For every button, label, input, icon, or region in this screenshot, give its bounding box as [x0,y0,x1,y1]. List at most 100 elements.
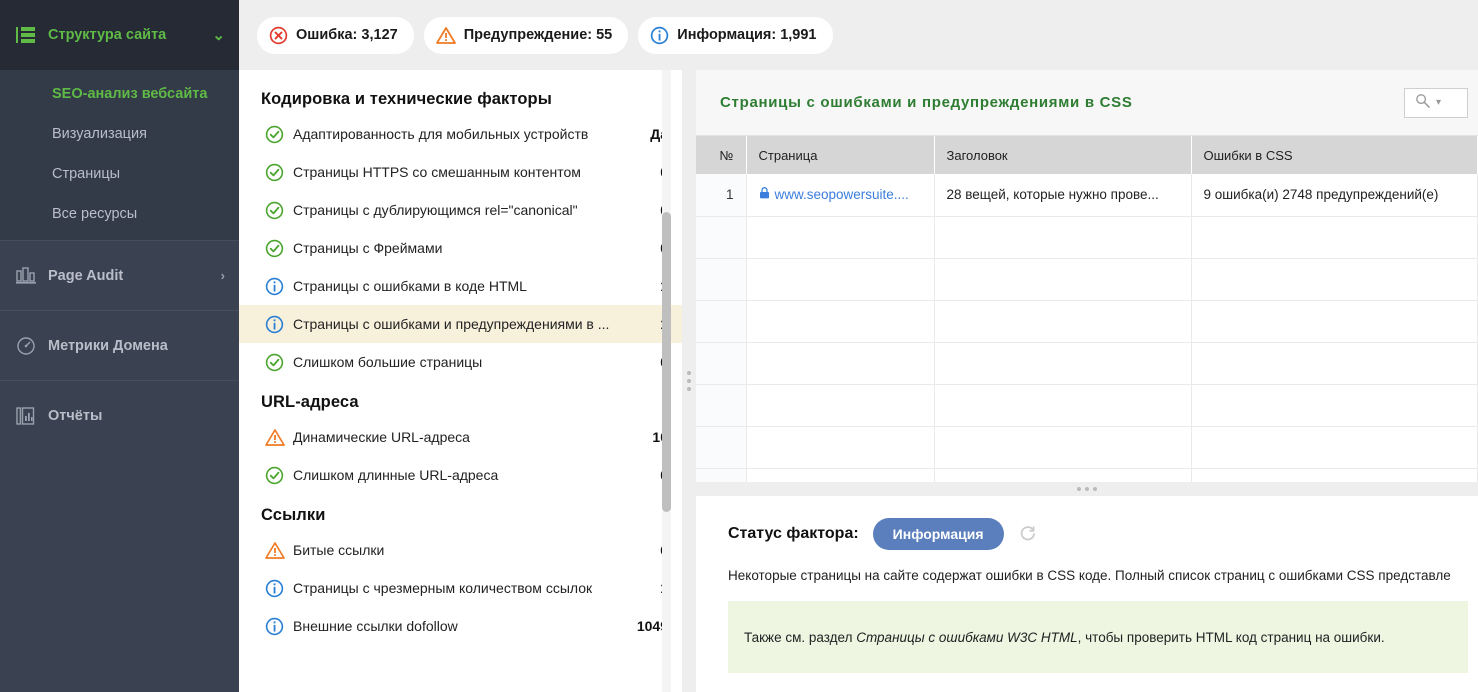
results-table-header-bar: Страницы с ошибками и предупреждениями в… [696,70,1478,136]
status-chip-label: Информация: 1,991 [677,27,817,43]
vertical-splitter[interactable] [682,70,696,692]
main-area: Ошибка: 3,127 Предупреждение: 55 Информа… [239,0,1478,692]
table-row[interactable]: 1 www.seopowersuite.... 28 вещей, которые … [696,174,1478,217]
info-icon [265,277,293,296]
sidebar-item-domain-metrics[interactable]: Метрики Домена [0,310,239,380]
factor-row[interactable]: Внешние ссылки dofollow 1049 [261,607,668,645]
column-header-page[interactable]: Страница [746,136,935,174]
factor-label: Битые ссылки [293,542,385,558]
factor-status-note: Также см. раздел Страницы с ошибками W3C… [728,601,1468,673]
factor-status-panel: Статус фактора: Информация Некоторые стр… [696,496,1478,692]
refresh-icon[interactable] [1018,524,1038,544]
column-header-title[interactable]: Заголовок [934,136,1192,174]
factor-label: Слишком длинные URL-адреса [293,467,499,483]
cell-page [746,384,935,427]
factor-label: Страницы HTTPS со смешанным контентом [293,164,581,180]
cell-num [696,300,747,343]
error-icon [269,26,288,45]
factor-row[interactable]: Страницы с ошибками и предупреждениями в… [239,305,682,343]
sidebar-item-seo-analysis[interactable]: SEO-анализ вебсайта [0,74,239,114]
sidebar-item-site-structure[interactable]: Структура сайта ⌄ [0,0,239,70]
sidebar-item-page-audit[interactable]: Page Audit › [0,240,239,310]
chevron-down-icon[interactable]: ⌄ [212,28,225,43]
warning-icon [435,26,456,45]
cell-title [934,384,1192,427]
factor-row[interactable]: Страницы HTTPS со смешанным контентом0 [261,153,668,191]
cell-title [934,468,1192,482]
ok-icon [265,353,293,372]
chevron-down-icon[interactable]: ▾ [1436,97,1441,108]
sidebar: Структура сайта ⌄ SEO-анализ вебсайта Ви… [0,0,239,692]
factor-label: Страницы с дублирующимся rel="canonical" [293,202,578,218]
search-input[interactable]: ▾ [1404,87,1468,118]
cell-title [934,216,1192,259]
sidebar-item-label: Отчёты [48,407,103,424]
column-header-num[interactable]: № [696,136,747,174]
cell-page[interactable]: www.seopowersuite.... [746,174,935,217]
factors-panel: Кодировка и технические факторы Адаптиров… [239,70,682,692]
factor-label: Страницы с чрезмерным количеством ссылок [293,580,593,596]
factor-row[interactable]: Динамические URL-адреса 10 [261,418,668,456]
cell-num [696,384,747,427]
table-row-empty[interactable] [696,426,1478,469]
page-title: Страницы с ошибками и предупреждениями в… [720,94,1133,111]
factor-row[interactable]: Страницы с чрезмерным количеством ссылок… [261,569,668,607]
factor-row[interactable]: Страницы с ошибками в коде HTML1 [261,267,668,305]
cell-num [696,258,747,301]
sidebar-item-all-resources[interactable]: Все ресурсы [0,194,239,234]
status-chip-info[interactable]: Информация: 1,991 [638,16,833,54]
ok-icon [265,163,293,182]
cell-num [696,426,747,469]
sidebar-subitem-label: SEO-анализ вебсайта [52,86,208,102]
status-chip-label: Ошибка: 3,127 [296,27,398,43]
table-header-row: № Страница Заголовок Ошибки в CSS [696,136,1478,174]
factor-row[interactable]: Страницы с дублирующимся rel="canonical"… [261,191,668,229]
table-row-empty[interactable] [696,258,1478,301]
cell-css-errors [1191,258,1478,301]
factor-label: Слишком большие страницы [293,354,483,370]
factor-label: Страницы с ошибками и предупреждениями в… [293,316,610,332]
factor-row[interactable]: Слишком длинные URL-адреса0 [261,456,668,494]
ok-icon [265,201,293,220]
results-table-card: Страницы с ошибками и предупреждениями в… [696,70,1478,482]
sidebar-item-label: Метрики Домена [48,337,168,354]
sidebar-item-reports[interactable]: Отчёты [0,380,239,450]
factor-label: Страницы с Фреймами [293,240,443,256]
sidebar-subitem-label: Страницы [52,166,121,182]
search-icon [1415,93,1430,113]
cell-css-errors [1191,300,1478,343]
cell-page [746,216,935,259]
factor-row[interactable]: Слишком большие страницы0 [261,343,668,381]
factors-scrollbar-thumb[interactable] [662,212,671,512]
table-row-empty[interactable] [696,216,1478,259]
status-chip-warnings[interactable]: Предупреждение: 55 [423,16,629,54]
info-icon [650,26,669,45]
cell-num: 1 [696,174,747,217]
horizontal-splitter[interactable] [696,482,1478,496]
factor-label: Страницы с ошибками в коде HTML [293,278,527,294]
sidebar-subitems: SEO-анализ вебсайта Визуализация Страниц… [0,70,239,240]
results-table-body: 1 www.seopowersuite.... 28 вещей, которые … [696,174,1478,482]
table-row-empty[interactable] [696,468,1478,482]
note-emphasis: Страницы с ошибками W3C HTML [856,629,1078,645]
sidebar-item-visualization[interactable]: Визуализация [0,114,239,154]
table-row-empty[interactable] [696,384,1478,427]
sidebar-item-label: Структура сайта [48,27,167,43]
column-header-css-errors[interactable]: Ошибки в CSS [1191,136,1478,174]
status-badge[interactable]: Информация [872,518,1004,550]
factor-status-description: Некоторые страницы на сайте содержат оши… [728,568,1451,583]
status-summary-bar: Ошибка: 3,127 Предупреждение: 55 Информа… [239,0,1478,70]
factor-row[interactable]: Страницы с Фреймами0 [261,229,668,267]
table-row-empty[interactable] [696,300,1478,343]
factor-row[interactable]: Адаптированность для мобильных устройств… [261,115,668,153]
factor-group-title: URL-адреса [261,393,359,411]
status-chip-errors[interactable]: Ошибка: 3,127 [257,16,414,54]
sidebar-item-pages[interactable]: Страницы [0,154,239,194]
cell-page [746,468,935,482]
cell-css-errors: 9 ошибка(и) 2748 предупреждений(е) [1191,174,1478,217]
ok-icon [265,125,293,144]
cell-page-text: www.seopowersuite.... [774,187,909,203]
chevron-right-icon[interactable]: › [221,269,225,282]
table-row-empty[interactable] [696,342,1478,385]
factor-row[interactable]: Битые ссылки6 [261,531,668,569]
